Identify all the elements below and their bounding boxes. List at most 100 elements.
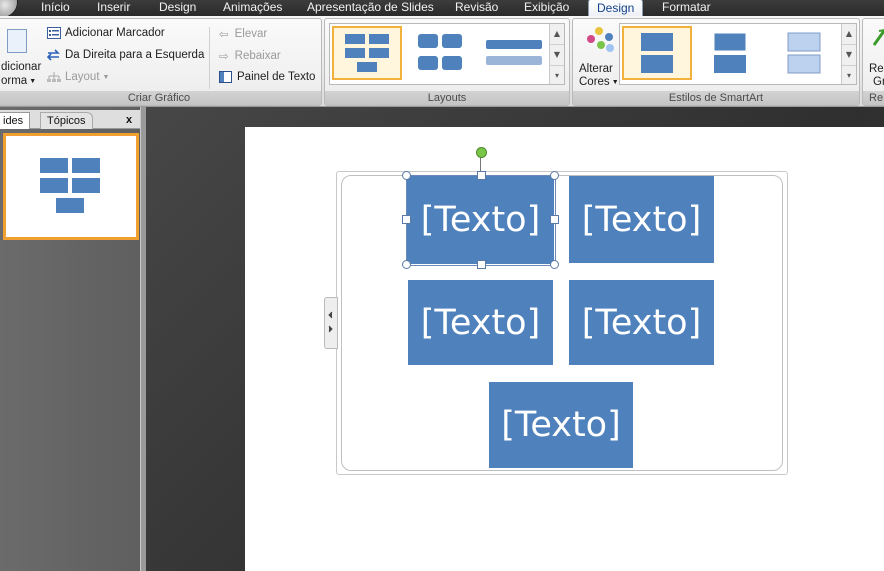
resize-handle-s[interactable] xyxy=(477,260,486,269)
chevron-down-icon: ▼ xyxy=(29,77,37,85)
elevate-button[interactable]: ⇦ Elevar xyxy=(219,27,267,41)
change-colors-label-1[interactable]: Alterar xyxy=(579,63,613,75)
layout-option-2[interactable] xyxy=(406,26,474,80)
add-shape-button[interactable]: orma ▼ xyxy=(1,75,36,87)
ribbon: dicionar orma ▼ Adicionar Marcador Da Di… xyxy=(0,16,884,107)
elevate-label: Elevar xyxy=(234,28,268,40)
tab-animacoes[interactable]: Animações xyxy=(223,0,282,16)
pane-tabs: ides Tópicos x xyxy=(0,110,140,129)
reset-label-1[interactable]: Re xyxy=(869,63,884,75)
tab-revisao[interactable]: Revisão xyxy=(455,0,498,16)
layout-option-3-preview xyxy=(486,40,542,65)
rotate-connector xyxy=(480,157,481,172)
resize-handle-ne[interactable] xyxy=(550,171,559,180)
thumb-block xyxy=(72,178,100,193)
layout-option-1-preview xyxy=(345,34,389,72)
scroll-up-icon[interactable]: ▲ xyxy=(842,24,856,45)
tab-inserir[interactable]: Inserir xyxy=(97,0,130,16)
add-marker-button[interactable]: Adicionar Marcador xyxy=(47,27,165,39)
demote-label: Rebaixar xyxy=(234,50,281,62)
scroll-down-icon[interactable]: ▼ xyxy=(550,45,564,66)
style-option-1[interactable] xyxy=(622,26,692,80)
arrows-icon xyxy=(328,311,333,333)
add-marker-label: Adicionar Marcador xyxy=(65,27,165,39)
resize-handle-sw[interactable] xyxy=(402,260,411,269)
reset-label-2[interactable]: Gr xyxy=(873,76,884,88)
text-box-5[interactable]: [Texto] xyxy=(489,382,633,468)
gallery-more-icon[interactable]: ▾ xyxy=(550,66,564,86)
group-reset: Re Gr Re xyxy=(862,18,884,106)
layout-option-2-preview xyxy=(418,34,462,70)
add-shape-label-2: orma xyxy=(1,75,28,87)
thumb-block xyxy=(72,158,100,173)
scroll-down-icon[interactable]: ▼ xyxy=(842,45,856,66)
group-smartart-styles: Alterar Cores ▼ ▲ ▼ ▾ Estilos de SmartAr… xyxy=(572,18,860,106)
tab-topics[interactable]: Tópicos xyxy=(40,112,93,129)
layout-button[interactable]: Layout ▼ xyxy=(47,71,109,83)
text-box-4[interactable]: [Texto] xyxy=(569,280,714,365)
change-colors-label-2: Cores xyxy=(579,76,610,88)
resize-handle-e[interactable] xyxy=(550,215,559,224)
change-colors-icon[interactable] xyxy=(583,25,617,55)
layout-label: Layout xyxy=(65,71,100,83)
resize-handle-n[interactable] xyxy=(477,171,486,180)
style-option-3[interactable] xyxy=(770,26,838,80)
text-pane-icon xyxy=(219,71,233,83)
tab-formatar[interactable]: Formatar xyxy=(662,0,711,16)
group-label-criar-grafico: Criar Gráfico xyxy=(0,91,321,105)
chevron-down-icon: ▼ xyxy=(611,78,619,86)
tab-design[interactable]: Design xyxy=(159,0,196,16)
group-label-layouts: Layouts xyxy=(325,91,569,105)
separator xyxy=(209,27,210,89)
swap-arrows-icon xyxy=(46,49,61,61)
gallery-more-icon[interactable]: ▾ xyxy=(842,66,856,86)
group-layouts: ▲ ▼ ▾ Layouts xyxy=(324,18,570,106)
text-box-3[interactable]: [Texto] xyxy=(408,280,553,365)
tab-exibicao[interactable]: Exibição xyxy=(524,0,569,16)
style-option-2-preview xyxy=(713,32,747,73)
thumb-block xyxy=(40,158,68,173)
scroll-up-icon[interactable]: ▲ xyxy=(550,24,564,45)
text-pane-toggle[interactable] xyxy=(324,297,338,349)
demote-button[interactable]: ⇨ Rebaixar xyxy=(219,49,281,63)
slide-thumbnail[interactable] xyxy=(3,133,139,240)
right-to-left-button[interactable]: Da Direita para a Esquerda xyxy=(46,49,205,61)
styles-gallery: ▲ ▼ ▾ xyxy=(619,23,857,85)
resize-handle-se[interactable] xyxy=(550,260,559,269)
tab-apresentacao[interactable]: Apresentação de Slides xyxy=(307,0,434,16)
group-criar-grafico: dicionar orma ▼ Adicionar Marcador Da Di… xyxy=(0,18,322,106)
text-pane-label: Painel de Texto xyxy=(237,71,316,83)
thumb-block xyxy=(40,178,68,193)
change-colors-button[interactable]: Cores ▼ xyxy=(579,76,619,88)
layouts-gallery-scroll[interactable]: ▲ ▼ ▾ xyxy=(549,24,564,84)
layout-option-1[interactable] xyxy=(332,26,402,80)
resize-handle-w[interactable] xyxy=(402,215,411,224)
chevron-down-icon: ▼ xyxy=(102,73,110,81)
arrow-left-icon: ⇦ xyxy=(219,29,229,41)
group-label-reset: Re xyxy=(863,91,884,105)
arrow-right-icon: ⇨ xyxy=(219,51,229,63)
tab-slides[interactable]: ides xyxy=(0,112,31,129)
selection-outline xyxy=(406,175,556,266)
layout-icon xyxy=(47,71,61,83)
add-shape-label-1[interactable]: dicionar xyxy=(1,61,41,73)
reset-graphic-icon[interactable] xyxy=(871,27,884,47)
close-pane-icon[interactable]: x xyxy=(120,112,138,128)
resize-handle-nw[interactable] xyxy=(402,171,411,180)
bullet-list-icon xyxy=(47,27,61,39)
add-shape-icon[interactable] xyxy=(7,29,27,53)
tab-inicio[interactable]: Início xyxy=(41,0,70,16)
style-option-3-preview xyxy=(787,32,821,74)
style-option-2[interactable] xyxy=(696,26,764,80)
group-label-smartart-styles: Estilos de SmartArt xyxy=(573,91,859,105)
right-to-left-label: Da Direita para a Esquerda xyxy=(65,49,205,61)
thumb-block xyxy=(56,198,84,213)
text-box-2[interactable]: [Texto] xyxy=(569,176,714,263)
layout-option-3[interactable] xyxy=(480,26,548,80)
layouts-gallery: ▲ ▼ ▾ xyxy=(329,23,565,85)
style-option-1-preview xyxy=(641,33,673,73)
styles-gallery-scroll[interactable]: ▲ ▼ ▾ xyxy=(841,24,856,84)
text-pane-button[interactable]: Painel de Texto xyxy=(219,71,315,83)
tab-smartart-design[interactable]: Design xyxy=(588,0,644,17)
rotate-handle[interactable] xyxy=(476,147,487,158)
